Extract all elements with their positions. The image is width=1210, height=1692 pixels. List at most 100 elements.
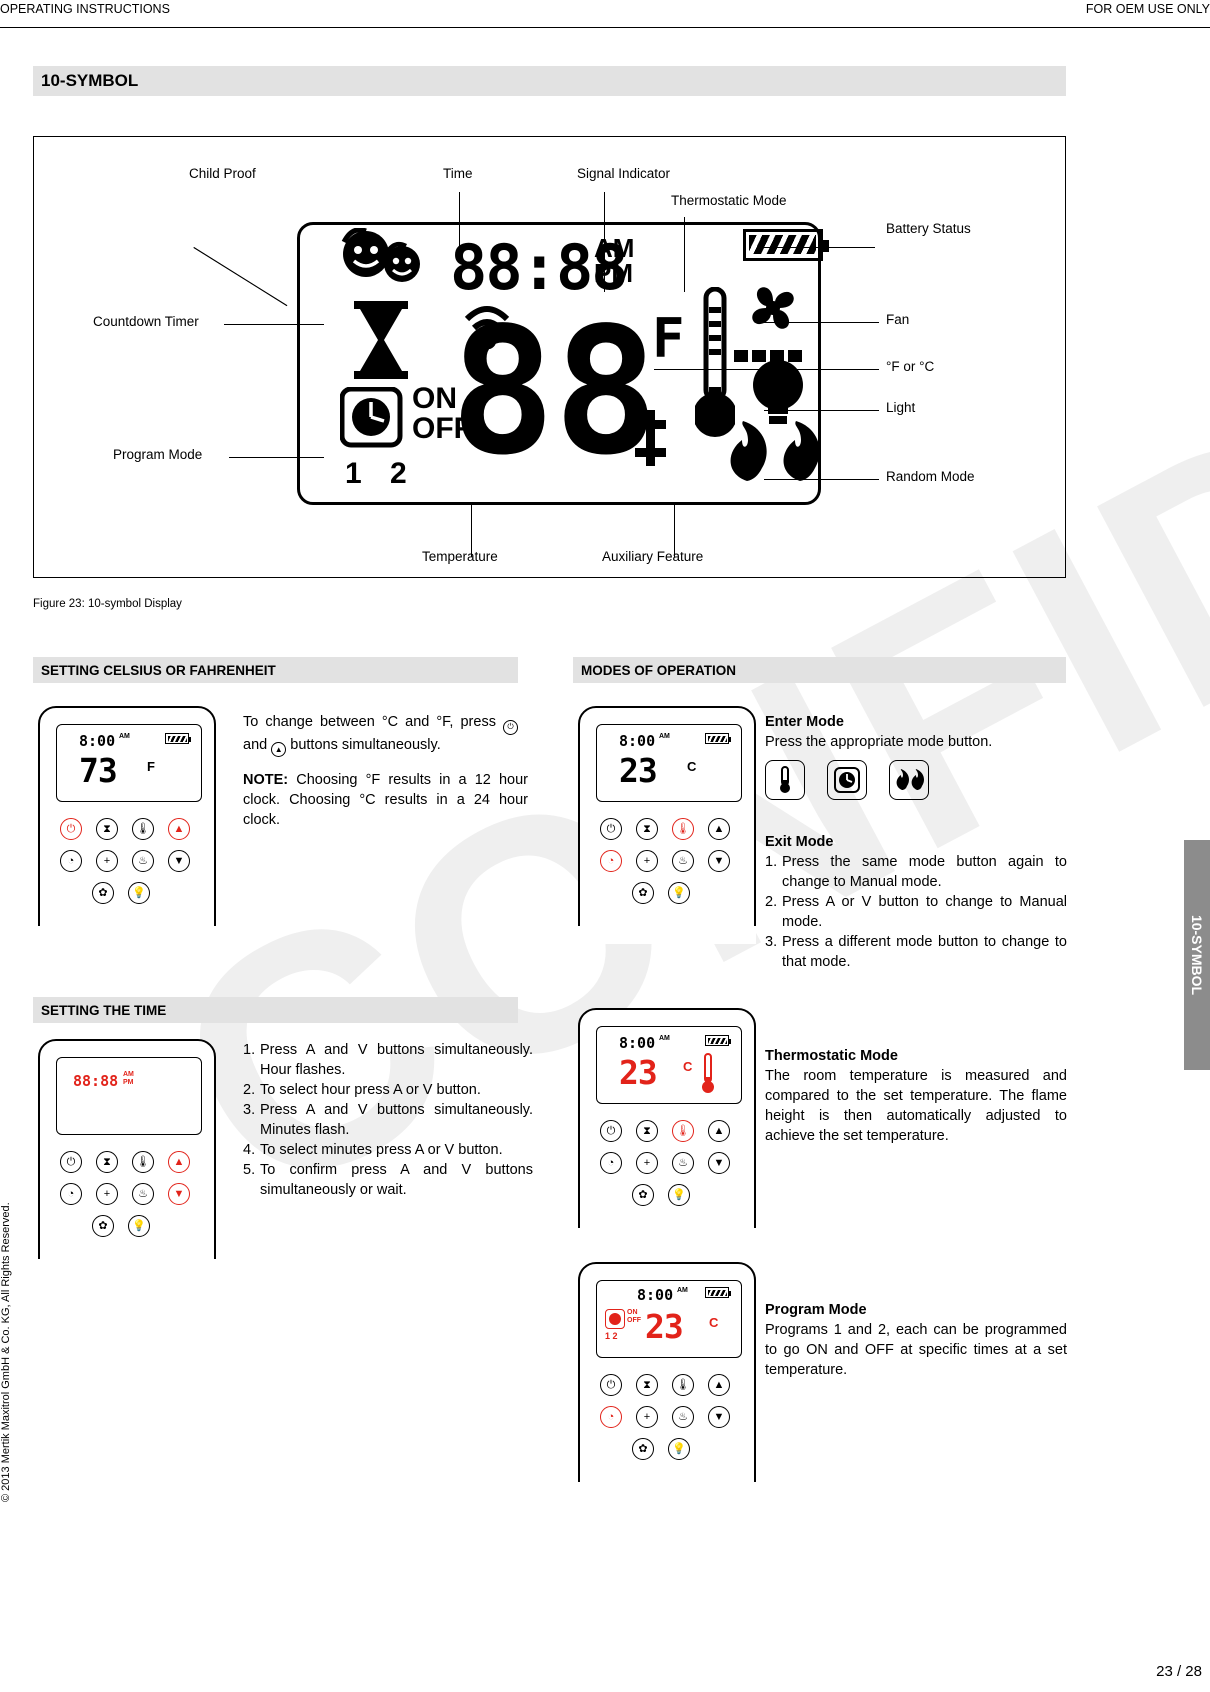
- leader-random: [764, 479, 879, 480]
- program-button[interactable]: ◔: [600, 1406, 622, 1428]
- celsius-section-title: SETTING CELSIUS OR FAHRENHEIT: [41, 662, 276, 678]
- remote-celsius-value: 73: [79, 751, 118, 790]
- light-button[interactable]: 💡: [668, 1438, 690, 1460]
- remote-enter-mode: 8:00 AM 23 C ⏻ ⧗ 🌡 ▲ ◔ + ♨ ▼ ✿ 💡: [578, 706, 756, 944]
- down-button[interactable]: ▼: [168, 1183, 190, 1205]
- aux-button[interactable]: +: [96, 850, 118, 872]
- remote-celsius-screen: 8:00 AM 73 F: [56, 724, 202, 802]
- fan-button[interactable]: ✿: [632, 882, 654, 904]
- aux-button[interactable]: +: [96, 1183, 118, 1205]
- remote-enter-row2: ◔ + ♨ ▼: [600, 850, 730, 872]
- down-button[interactable]: ▼: [708, 850, 730, 872]
- side-tab-label: 10-SYMBOL: [1189, 914, 1205, 996]
- fan-button[interactable]: ✿: [632, 1184, 654, 1206]
- light-button[interactable]: 💡: [128, 882, 150, 904]
- remote-program-row2: ◔ + ♨ ▼: [600, 1406, 730, 1428]
- countdown-timer-icon: [354, 301, 408, 379]
- remote-thermo-screen: 8:00 AM 23 C: [596, 1026, 742, 1104]
- up-button[interactable]: ▲: [168, 818, 190, 840]
- power-button[interactable]: ⏻: [600, 1374, 622, 1396]
- thermostat-mode-icon[interactable]: [765, 760, 805, 800]
- random-mode-icon[interactable]: [889, 760, 929, 800]
- thermostat-button[interactable]: 🌡: [132, 818, 154, 840]
- light-button[interactable]: 💡: [668, 1184, 690, 1206]
- remote-enter-ampm: AM: [659, 733, 670, 740]
- random-button[interactable]: ♨: [672, 850, 694, 872]
- program-button[interactable]: ◔: [60, 850, 82, 872]
- down-button[interactable]: ▼: [708, 1152, 730, 1174]
- thermostat-button[interactable]: 🌡: [672, 1120, 694, 1142]
- battery-status-icon: [743, 229, 829, 261]
- leader-child-proof: [193, 247, 288, 307]
- list-item: 1. Press A and V buttons simultaneously. …: [243, 1042, 533, 1078]
- remote-celsius-row1: ⏻ ⧗ 🌡 ▲: [60, 818, 190, 840]
- aux-button[interactable]: +: [636, 1406, 658, 1428]
- power-icon: ⏻: [503, 719, 519, 735]
- up-button[interactable]: ▲: [168, 1151, 190, 1173]
- celsius-para-b: and: [243, 736, 268, 753]
- random-button[interactable]: ♨: [132, 850, 154, 872]
- fan-button[interactable]: ✿: [92, 882, 114, 904]
- timer-button[interactable]: ⧗: [636, 1374, 658, 1396]
- list-item: 4. To select minutes press A or V button.: [243, 1142, 503, 1158]
- label-temperature: Temperature: [422, 549, 498, 564]
- aux-button[interactable]: +: [636, 1152, 658, 1174]
- thermostat-button[interactable]: 🌡: [132, 1151, 154, 1173]
- program-button[interactable]: ◔: [600, 1152, 622, 1174]
- timer-button[interactable]: ⧗: [636, 818, 658, 840]
- light-button[interactable]: 💡: [668, 882, 690, 904]
- random-button[interactable]: ♨: [672, 1406, 694, 1428]
- fan-button[interactable]: ✿: [632, 1438, 654, 1460]
- leader-thermostatic: [684, 217, 685, 292]
- remote-program-onoff: ON OFF: [627, 1309, 641, 1324]
- leader-fan: [764, 322, 879, 323]
- light-button[interactable]: 💡: [128, 1215, 150, 1237]
- remote-thermo-value: 23: [619, 1053, 658, 1092]
- program-button[interactable]: ◔: [60, 1183, 82, 1205]
- down-button[interactable]: ▼: [708, 1406, 730, 1428]
- power-button[interactable]: ⏻: [60, 818, 82, 840]
- celsius-paragraph: To change between °C and °F, press ⏻ and…: [243, 712, 519, 757]
- up-button[interactable]: ▲: [708, 1120, 730, 1142]
- list-item: 1. Press the same mode button again to ch…: [765, 854, 1067, 890]
- leader-program: [229, 457, 324, 458]
- remote-time-value: 88:88: [73, 1072, 119, 1090]
- remote-program-unit: C: [709, 1315, 719, 1330]
- thermostat-button[interactable]: 🌡: [672, 1374, 694, 1396]
- aux-button[interactable]: +: [636, 850, 658, 872]
- power-button[interactable]: ⏻: [600, 818, 622, 840]
- random-button[interactable]: ♨: [132, 1183, 154, 1205]
- list-item: 2. To select hour press A or V button.: [243, 1082, 481, 1098]
- program-mode-icon[interactable]: [827, 760, 867, 800]
- light-icon: [753, 360, 803, 424]
- remote-thermo-thermometer-icon: [702, 1053, 714, 1093]
- program-button[interactable]: ◔: [600, 850, 622, 872]
- up-button[interactable]: ▲: [708, 1374, 730, 1396]
- up-button[interactable]: ▲: [708, 818, 730, 840]
- exit-mode-steps: 1. Press the same mode button again to ch…: [765, 852, 1067, 972]
- timer-button[interactable]: ⧗: [96, 1151, 118, 1173]
- fan-button[interactable]: ✿: [92, 1215, 114, 1237]
- power-button[interactable]: ⏻: [60, 1151, 82, 1173]
- remote-celsius-row3: ✿ 💡: [92, 882, 150, 904]
- leader-light: [764, 410, 879, 411]
- leader-degrees: [654, 369, 879, 370]
- fan-icon: [752, 287, 794, 329]
- timer-button[interactable]: ⧗: [96, 818, 118, 840]
- random-button[interactable]: ♨: [672, 1152, 694, 1174]
- down-button[interactable]: ▼: [168, 850, 190, 872]
- remote-enter-screen: 8:00 AM 23 C: [596, 724, 742, 802]
- remote-program-clock-icon: [605, 1309, 625, 1329]
- remote-thermo-unit: C: [683, 1059, 693, 1074]
- power-button[interactable]: ⏻: [600, 1120, 622, 1142]
- page-header: OPERATING INSTRUCTIONS FOR OEM USE ONLY: [0, 0, 1210, 28]
- remote-thermostatic: 8:00 AM 23 C ⏻ ⧗ 🌡 ▲ ◔ + ♨ ▼ ✿ 💡: [578, 1008, 756, 1246]
- time-steps-list: 1. Press A and V buttons simultaneously. …: [243, 1040, 533, 1200]
- program-mode-block: Program Mode Programs 1 and 2, each can …: [765, 1300, 1067, 1380]
- time-steps: 1. Press A and V buttons simultaneously. …: [243, 1040, 533, 1200]
- thermostat-button[interactable]: 🌡: [672, 818, 694, 840]
- remote-thermo-time: 8:00: [619, 1034, 656, 1052]
- timer-button[interactable]: ⧗: [636, 1120, 658, 1142]
- label-fan: Fan: [886, 312, 910, 327]
- label-degrees: °F or °C: [886, 359, 935, 374]
